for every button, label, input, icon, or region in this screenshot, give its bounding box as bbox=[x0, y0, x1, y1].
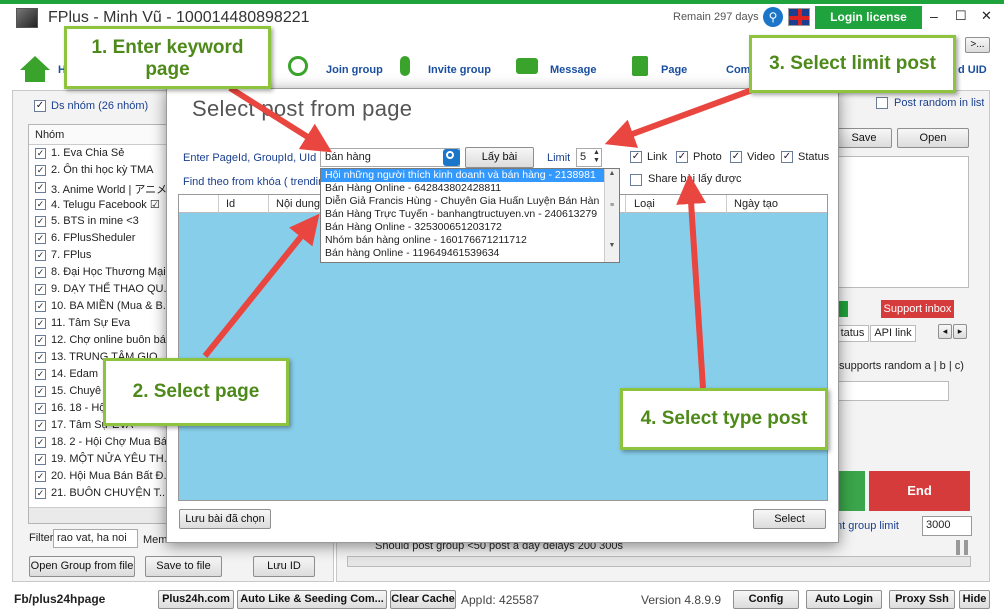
appid-label: AppId: 425587 bbox=[461, 593, 540, 607]
auto-like-button[interactable]: Auto Like & Seeding Com... bbox=[237, 590, 387, 609]
clear-cache-button[interactable]: Clear Cache bbox=[390, 590, 456, 609]
plus24h-button[interactable]: Plus24h.com bbox=[158, 590, 234, 609]
config-button[interactable]: Config bbox=[733, 590, 799, 609]
callout-2-text: 2. Select page bbox=[132, 381, 260, 402]
arrow-2 bbox=[202, 213, 320, 358]
callout-enter-keyword: 1. Enter keyword page bbox=[64, 26, 271, 89]
callout-3-text: 3. Select limit post bbox=[769, 53, 936, 74]
callout-select-page: 2. Select page bbox=[103, 358, 289, 426]
callout-4-text: 4. Select type post bbox=[640, 408, 808, 429]
callout-select-type: 4. Select type post bbox=[620, 388, 828, 450]
version-label: Version 4.8.9.9 bbox=[641, 593, 722, 607]
arrow-1 bbox=[228, 85, 333, 153]
arrow-4 bbox=[676, 174, 707, 389]
proxy-ssh-button[interactable]: Proxy Ssh bbox=[889, 590, 955, 609]
fb-link[interactable]: Fb/plus24hpage bbox=[14, 592, 105, 606]
auto-login-button[interactable]: Auto Login bbox=[806, 590, 882, 609]
callout-1-text: 1. Enter keyword page bbox=[91, 37, 244, 80]
hide-button[interactable]: Hide bbox=[959, 590, 990, 609]
arrow-3 bbox=[604, 87, 754, 148]
callout-select-limit: 3. Select limit post bbox=[749, 35, 956, 93]
